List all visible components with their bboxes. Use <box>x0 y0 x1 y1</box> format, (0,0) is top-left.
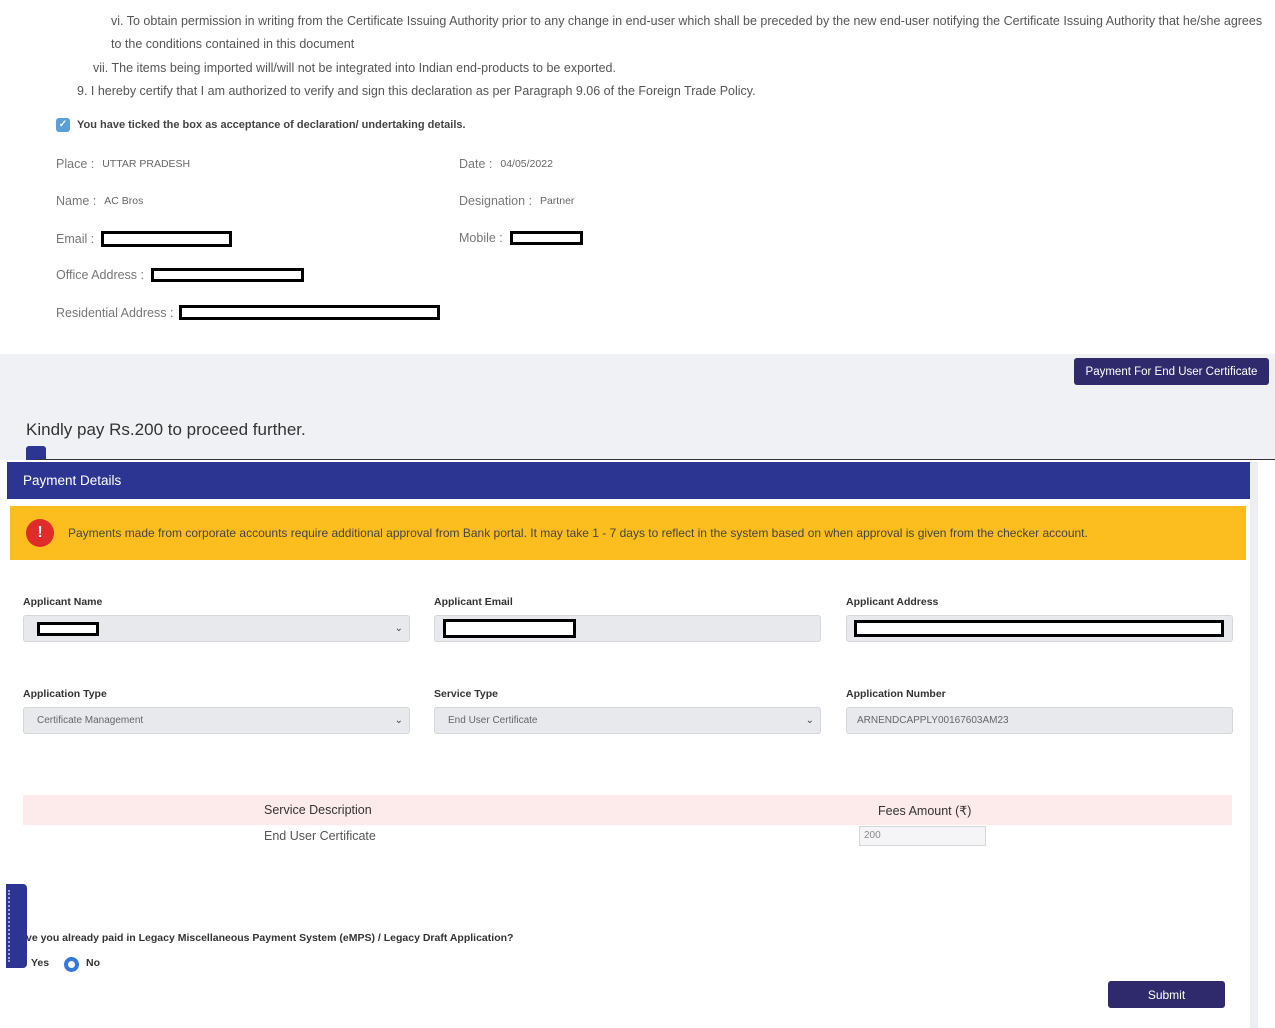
service-description-cell: End User Certificate <box>264 829 376 843</box>
application-number-field[interactable]: ARNENDCAPPLY00167603AM23 <box>846 707 1233 734</box>
application-type-select[interactable]: Certificate Management ⌄ <box>23 707 410 734</box>
applicant-email-label: Applicant Email <box>434 596 513 608</box>
service-type-value: End User Certificate <box>448 715 538 726</box>
radio-yes-label[interactable]: Yes <box>31 957 49 969</box>
chevron-down-icon: ⌄ <box>805 715 814 726</box>
alert-text: Payments made from corporate accounts re… <box>68 526 1088 540</box>
scrollbar[interactable] <box>1250 462 1258 1028</box>
date-value: 04/05/2022 <box>500 158 553 170</box>
declaration-line-vii: vii. The items being imported will/will … <box>93 61 616 75</box>
corporate-payment-alert: ! Payments made from corporate accounts … <box>10 506 1246 560</box>
office-address-field: Office Address : <box>56 268 305 282</box>
radio-no-label[interactable]: No <box>86 957 100 969</box>
email-field: Email : <box>56 231 233 247</box>
declaration-line-9: 9. I hereby certify that I am authorized… <box>77 84 756 98</box>
declaration-line-vi: vi. To obtain permission in writing from… <box>111 14 1263 28</box>
chevron-down-icon: ⌄ <box>394 623 403 634</box>
redacted-mobile <box>509 231 583 245</box>
date-field: Date : 04/05/2022 <box>459 157 553 171</box>
exclamation-icon: ! <box>26 519 54 547</box>
designation-label: Designation : <box>459 194 532 208</box>
fees-amount-input[interactable]: 200 <box>859 826 986 846</box>
redacted-email <box>101 231 233 247</box>
service-type-label: Service Type <box>434 688 499 700</box>
designation-value: Partner <box>539 195 575 207</box>
designation-field: Designation : Partner <box>459 194 574 208</box>
applicant-address-label: Applicant Address <box>846 596 939 608</box>
declaration-card <box>25 0 1275 354</box>
redacted-residential-address <box>179 305 441 320</box>
check-icon[interactable]: ✓ <box>56 118 70 132</box>
residential-address-field: Residential Address : <box>56 305 441 320</box>
applicant-name-select[interactable]: ⌄ <box>23 615 410 642</box>
place-field: Place : UTTAR PRADESH <box>56 157 190 171</box>
acceptance-row: ✓ You have ticked the box as acceptance … <box>56 118 466 132</box>
payment-end-user-certificate-button[interactable]: Payment For End User Certificate <box>1074 358 1269 385</box>
name-field: Name : AC Bros <box>56 194 143 208</box>
application-number-value: ARNENDCAPPLY00167603AM23 <box>857 715 1009 726</box>
mobile-field: Mobile : <box>459 231 583 245</box>
email-label: Email : <box>56 232 95 246</box>
application-type-label: Application Type <box>23 688 107 700</box>
acceptance-text: You have ticked the box as acceptance of… <box>77 119 466 131</box>
residential-address-label: Residential Address : <box>56 305 174 320</box>
declaration-line-vi-cont: to the conditions contained in this docu… <box>111 37 355 51</box>
applicant-name-label: Applicant Name <box>23 596 103 608</box>
fees-table-header <box>23 795 1232 825</box>
place-label: Place : <box>56 157 95 171</box>
redacted-applicant-email <box>443 619 576 638</box>
side-feedback-tab[interactable] <box>6 884 27 968</box>
kindly-pay-note: Kindly pay Rs.200 to proceed further. <box>26 420 306 439</box>
redacted-office-address <box>151 268 305 282</box>
fees-amount-header: Fees Amount (₹) <box>878 804 972 818</box>
applicant-address-field[interactable] <box>846 615 1233 642</box>
redacted-applicant-name <box>37 621 99 636</box>
mobile-label: Mobile : <box>459 231 503 245</box>
office-address-label: Office Address : <box>56 268 145 282</box>
submit-button[interactable]: Submit <box>1108 981 1225 1008</box>
service-type-select[interactable]: End User Certificate ⌄ <box>434 707 821 734</box>
radio-no-selected-icon[interactable] <box>64 957 79 972</box>
chevron-down-icon: ⌄ <box>394 715 403 726</box>
service-description-header: Service Description <box>264 803 372 817</box>
date-label: Date : <box>459 157 493 171</box>
section-divider <box>35 459 1275 460</box>
name-label: Name : <box>56 194 97 208</box>
application-number-label: Application Number <box>846 688 946 700</box>
place-value: UTTAR PRADESH <box>102 158 191 170</box>
applicant-email-field[interactable] <box>434 615 821 642</box>
collapse-tab[interactable] <box>26 446 46 460</box>
name-value: AC Bros <box>104 195 144 207</box>
payment-details-header: Payment Details <box>7 462 1250 499</box>
redacted-applicant-address <box>854 620 1224 637</box>
application-type-value: Certificate Management <box>37 715 144 726</box>
legacy-payment-question: ve you already paid in Legacy Miscellane… <box>26 932 514 944</box>
